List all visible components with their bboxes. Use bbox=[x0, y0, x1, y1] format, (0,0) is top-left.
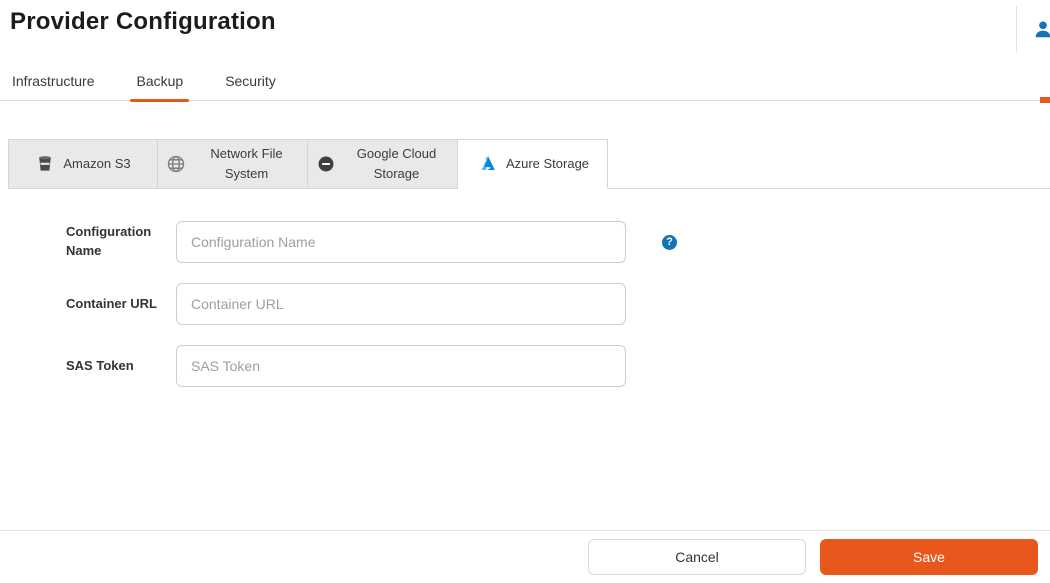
header: Provider Configuration bbox=[0, 0, 1050, 52]
container-url-input[interactable] bbox=[176, 283, 626, 325]
form-row-container-url: Container URL bbox=[66, 283, 1050, 325]
save-button[interactable]: Save bbox=[820, 539, 1038, 575]
google-cloud-storage-icon bbox=[316, 154, 336, 174]
provider-tab-label: Google Cloud Storage bbox=[344, 144, 449, 184]
form-row-sas-token: SAS Token bbox=[66, 345, 1050, 387]
tabstrip-filler bbox=[608, 139, 1050, 189]
nav-divider-accent bbox=[1040, 97, 1050, 103]
footer-actions: Cancel Save bbox=[0, 530, 1050, 583]
provider-tab-label: Amazon S3 bbox=[63, 154, 130, 174]
nav-tab-infrastructure[interactable]: Infrastructure bbox=[10, 65, 96, 100]
amazon-s3-icon bbox=[35, 154, 55, 174]
provider-tab-network-file-system[interactable]: Network File System bbox=[158, 139, 308, 189]
azure-storage-form: Configuration Name ? Container URL SAS T… bbox=[8, 189, 1050, 387]
provider-tab-google-cloud-storage[interactable]: Google Cloud Storage bbox=[308, 139, 458, 189]
container-url-label: Container URL bbox=[66, 295, 176, 314]
provider-tab-azure-storage[interactable]: Azure Storage bbox=[458, 139, 608, 189]
configuration-name-label: Configuration Name bbox=[66, 223, 176, 261]
user-button[interactable] bbox=[1016, 6, 1050, 52]
nav-tab-security[interactable]: Security bbox=[223, 65, 278, 100]
page-title: Provider Configuration bbox=[10, 6, 276, 36]
provider-tab-amazon-s3[interactable]: Amazon S3 bbox=[8, 139, 158, 189]
backup-panel: Amazon S3 Network File System Google Clo… bbox=[0, 101, 1050, 387]
provider-tab-label: Azure Storage bbox=[506, 154, 589, 174]
nav-tab-backup[interactable]: Backup bbox=[134, 65, 185, 100]
main-nav: Infrastructure Backup Security bbox=[0, 66, 1050, 101]
sas-token-label: SAS Token bbox=[66, 357, 176, 376]
cancel-button[interactable]: Cancel bbox=[588, 539, 806, 575]
person-icon bbox=[1032, 18, 1050, 40]
sas-token-input[interactable] bbox=[176, 345, 626, 387]
provider-tabstrip: Amazon S3 Network File System Google Clo… bbox=[8, 139, 1050, 189]
form-row-configuration-name: Configuration Name ? bbox=[66, 221, 1050, 263]
configuration-name-input[interactable] bbox=[176, 221, 626, 263]
help-icon[interactable]: ? bbox=[662, 235, 677, 250]
provider-tab-label: Network File System bbox=[194, 144, 299, 184]
azure-icon bbox=[476, 153, 498, 175]
globe-icon bbox=[166, 154, 186, 174]
